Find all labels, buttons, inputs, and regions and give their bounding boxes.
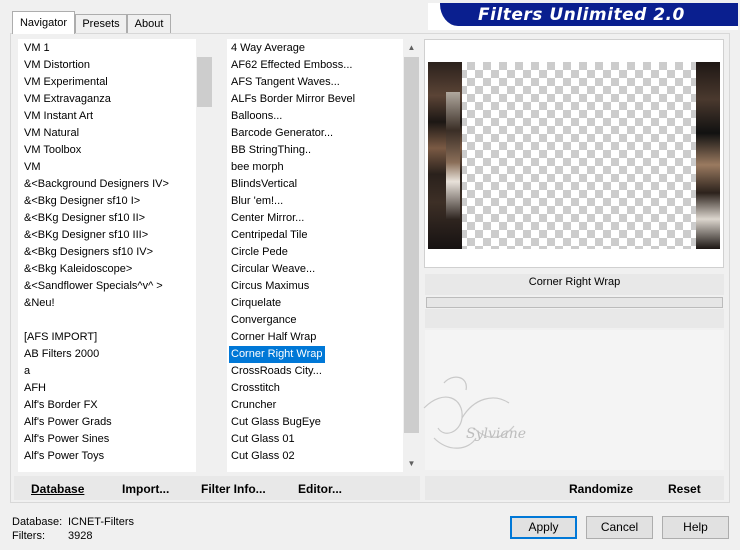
filter-list-item[interactable]: Barcode Generator... — [229, 125, 335, 142]
tab-presets[interactable]: Presets — [75, 14, 127, 33]
filter-list-item[interactable]: 4 Way Average — [229, 40, 307, 57]
randomize-button[interactable]: Randomize — [569, 480, 633, 498]
filter-progress-bar — [426, 297, 723, 308]
category-list-item[interactable]: VM Instant Art — [22, 108, 95, 125]
filter-list-item[interactable]: Balloons... — [229, 108, 284, 125]
filter-list-item[interactable]: Circle Pede — [229, 244, 290, 261]
category-list-item[interactable]: AB Filters 2000 — [22, 346, 101, 363]
category-list-item[interactable]: VM Experimental — [22, 74, 110, 91]
filter-list-item[interactable]: CrossRoads City... — [229, 363, 324, 380]
title-banner-text: Filters Unlimited 2.0 — [478, 5, 685, 25]
editor-button[interactable]: Editor... — [298, 480, 342, 498]
filter-info-button[interactable]: Filter Info... — [201, 480, 266, 498]
filter-list-item[interactable]: ALFs Border Mirror Bevel — [229, 91, 357, 108]
category-list-item[interactable]: Alf's Border FX — [22, 397, 100, 414]
category-list-item[interactable]: &<Background Designers IV> — [22, 176, 171, 193]
editor-button-label: Editor... — [298, 482, 343, 496]
filter-list-item[interactable]: Cut Glass BugEye — [229, 414, 323, 431]
filter-list-item[interactable]: Crosstitch — [229, 380, 282, 397]
preview-image — [443, 62, 711, 249]
scroll-up-icon[interactable]: ▲ — [403, 39, 420, 56]
filter-list-item[interactable]: Cut Glass 02 — [229, 448, 297, 465]
filter-list-item[interactable]: Cut Glass 01 — [229, 431, 297, 448]
cancel-button[interactable]: Cancel — [586, 516, 653, 539]
category-list[interactable]: VM 1 VM Distortion VM Experimental VM Extra… — [18, 39, 196, 472]
category-list-item[interactable]: &<Bkg Designers sf10 IV> — [22, 244, 155, 261]
category-list-item[interactable]: &<BKg Designer sf10 II> — [22, 210, 147, 227]
category-list-scrollbar[interactable] — [196, 39, 213, 472]
filter-list-item[interactable]: Blur 'em!... — [229, 193, 285, 210]
filter-list-item[interactable]: Corner Half Wrap — [229, 329, 318, 346]
preview-left-strip-mid — [446, 92, 460, 220]
filter-list-item[interactable]: Cruncher — [229, 397, 278, 414]
filter-list-item[interactable]: Cirquelate — [229, 295, 283, 312]
filters-value: 3928 — [68, 530, 93, 542]
filter-list-item[interactable]: Centripedal Tile — [229, 227, 309, 244]
category-list-item[interactable]: &<BKg Designer sf10 III> — [22, 227, 150, 244]
filter-list-item[interactable]: bee morph — [229, 159, 286, 176]
category-list-item[interactable]: VM Toolbox — [22, 142, 83, 159]
category-list-item[interactable]: VM Extravaganza — [22, 91, 113, 108]
category-list-item[interactable]: Alf's Power Toys — [22, 448, 106, 465]
category-list-item[interactable]: VM Distortion — [22, 57, 92, 74]
import-button[interactable]: Import... — [122, 480, 169, 498]
database-button-label: Database — [31, 482, 85, 496]
category-list-item[interactable]: a — [22, 363, 32, 380]
reset-button[interactable]: Reset — [668, 480, 701, 498]
category-list-scroll-thumb[interactable] — [197, 57, 212, 107]
filter-list-item[interactable]: Circus Maximus — [229, 278, 311, 295]
watermark-text: Sylviane — [466, 426, 527, 442]
category-list-item[interactable]: &<Sandflower Specials^v^ > — [22, 278, 165, 295]
category-list-item[interactable]: AFH — [22, 380, 48, 397]
category-list-item[interactable]: [AFS IMPORT] — [22, 329, 99, 346]
category-list-item[interactable]: Alf's Power Sines — [22, 431, 111, 448]
selected-filter-name: Corner Right Wrap — [528, 276, 621, 288]
filter-list-item[interactable]: Center Mirror... — [229, 210, 306, 227]
filter-list-item[interactable]: AF62 Effected Emboss... — [229, 57, 354, 74]
tab-navigator[interactable]: Navigator — [12, 11, 75, 34]
preview-right-strip — [696, 62, 720, 249]
category-list-item[interactable]: VM Natural — [22, 125, 81, 142]
category-list-item[interactable] — [22, 312, 26, 329]
watermark-ornament — [414, 368, 524, 458]
filter-list-item[interactable]: BlindsVertical — [229, 176, 299, 193]
filter-list-item[interactable]: Circular Weave... — [229, 261, 317, 278]
filter-list-item[interactable]: AFS Tangent Waves... — [229, 74, 342, 91]
filter-list-item[interactable]: Convergance — [229, 312, 298, 329]
category-list-item[interactable]: VM — [22, 159, 43, 176]
filter-list-item[interactable]: BB StringThing.. — [229, 142, 313, 159]
filter-info-button-label: Filter Info... — [201, 482, 266, 496]
database-value: ICNET-Filters — [68, 516, 134, 528]
parameter-panel — [425, 309, 724, 328]
filter-list[interactable]: 4 Way Average AF62 Effected Emboss... AFS … — [227, 39, 403, 472]
database-button[interactable]: Database — [31, 480, 84, 498]
category-list-item[interactable]: Alf's Power Grads — [22, 414, 114, 431]
filters-label: Filters: — [12, 530, 45, 542]
tab-about[interactable]: About — [127, 14, 171, 33]
category-list-item[interactable]: VM 1 — [22, 40, 52, 57]
apply-button[interactable]: Apply — [510, 516, 577, 539]
database-label: Database: — [12, 516, 63, 528]
title-banner: Filters Unlimited 2.0 — [428, 3, 738, 30]
help-button[interactable]: Help — [662, 516, 729, 539]
category-list-item[interactable]: &Neu! — [22, 295, 57, 312]
import-button-label: Import... — [122, 482, 170, 496]
category-list-item[interactable]: &<Bkg Kaleidoscope> — [22, 261, 134, 278]
filter-list-item[interactable]: Corner Right Wrap — [229, 346, 325, 363]
category-list-item[interactable]: &<Bkg Designer sf10 I> — [22, 193, 142, 210]
